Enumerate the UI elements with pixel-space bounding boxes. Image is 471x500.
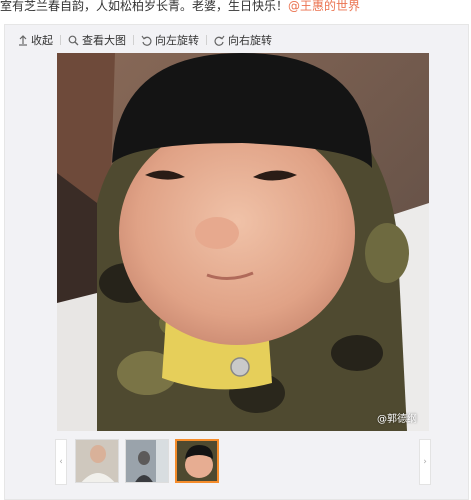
collapse-label: 收起 bbox=[31, 34, 53, 47]
toolbar-divider bbox=[206, 35, 207, 45]
rotate-right-button[interactable]: 向右旋转 bbox=[214, 32, 272, 48]
thumbnail-2-image bbox=[126, 440, 168, 482]
rotate-right-label: 向右旋转 bbox=[228, 34, 272, 47]
chevron-left-icon: ‹ bbox=[59, 457, 63, 467]
collapse-up-icon bbox=[17, 34, 28, 46]
search-icon bbox=[68, 35, 79, 46]
thumbnail-2[interactable] bbox=[125, 439, 169, 483]
post-caption: 室有芝兰春自韵，人如松柏岁长青。老婆，生日快乐！@王惠的世界 bbox=[0, 0, 471, 15]
thumbnail-1[interactable] bbox=[75, 439, 119, 483]
photo-watermark: @郭德纲 bbox=[377, 414, 417, 425]
thumbnail-prev-button[interactable]: ‹ bbox=[55, 439, 67, 485]
post-caption-text: 室有芝兰春自韵，人如松柏岁长青。老婆，生日快乐！ bbox=[0, 0, 289, 13]
thumbnail-3-image bbox=[177, 441, 217, 481]
rotate-right-icon bbox=[214, 35, 225, 46]
view-large-button[interactable]: 查看大图 bbox=[68, 32, 126, 48]
toolbar-divider bbox=[133, 35, 134, 45]
toolbar-divider bbox=[60, 35, 61, 45]
view-large-label: 查看大图 bbox=[82, 34, 126, 47]
main-photo[interactable]: @郭德纲 bbox=[57, 53, 429, 431]
rotate-left-icon bbox=[141, 35, 152, 46]
thumbnail-strip: ‹ › bbox=[55, 439, 431, 485]
thumbnail-3[interactable] bbox=[175, 439, 219, 483]
thumbnail-next-button[interactable]: › bbox=[419, 439, 431, 485]
thumbnail-1-image bbox=[76, 440, 118, 482]
image-toolbar: 收起 查看大图 向左旋转 向右旋转 bbox=[17, 33, 272, 47]
baby-photo-illustration bbox=[57, 53, 429, 431]
image-viewer-panel: 收起 查看大图 向左旋转 向右旋转 @郭德纲 ‹ › bbox=[4, 24, 469, 500]
rotate-left-label: 向左旋转 bbox=[155, 34, 199, 47]
mention-link[interactable]: @王惠的世界 bbox=[288, 0, 360, 13]
rotate-left-button[interactable]: 向左旋转 bbox=[141, 32, 199, 48]
chevron-right-icon: › bbox=[423, 457, 427, 467]
collapse-button[interactable]: 收起 bbox=[17, 32, 53, 48]
